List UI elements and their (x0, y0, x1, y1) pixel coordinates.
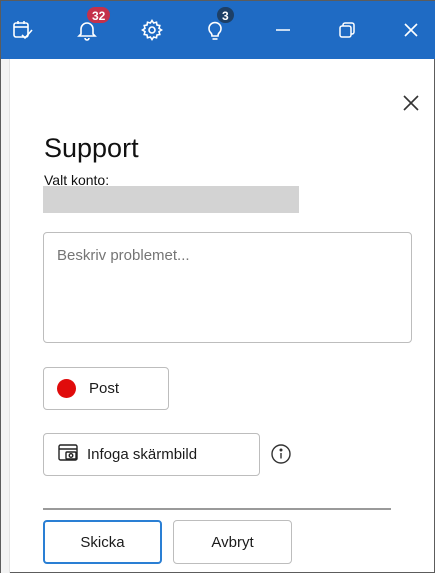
send-button-label: Skicka (80, 533, 125, 551)
settings-button[interactable] (134, 1, 170, 59)
window-close-button[interactable] (391, 1, 431, 59)
send-button[interactable]: Skicka (43, 520, 162, 564)
close-icon (402, 21, 420, 39)
selected-account-value (43, 186, 299, 213)
panel-close-button[interactable] (397, 91, 425, 119)
task-check-button[interactable] (5, 1, 41, 59)
app-window: 32 3 Support Valt konto: Beskriv problem… (0, 0, 435, 573)
info-icon (270, 444, 292, 469)
left-edge-panel (1, 59, 10, 573)
minimize-icon (274, 21, 292, 39)
status-dot-icon (57, 379, 76, 398)
info-button[interactable] (270, 443, 292, 465)
post-account-button[interactable]: Post (43, 367, 169, 410)
restore-button[interactable] (327, 1, 367, 59)
problem-description-field[interactable] (43, 232, 412, 343)
divider (43, 508, 391, 510)
close-icon (402, 94, 420, 117)
panel-title: Support (44, 133, 139, 163)
cancel-button-label: Avbryt (211, 533, 254, 551)
restore-icon (338, 21, 356, 39)
screenshot-icon (57, 442, 87, 468)
insert-screenshot-button[interactable]: Infoga skärmbild (43, 433, 260, 476)
insert-screenshot-label: Infoga skärmbild (87, 446, 198, 463)
cancel-button[interactable]: Avbryt (173, 520, 292, 564)
notifications-badge: 32 (86, 6, 112, 24)
tips-badge: 3 (216, 6, 235, 24)
task-check-icon (11, 18, 35, 42)
title-bar: 32 3 (1, 1, 435, 59)
gear-icon (140, 18, 164, 42)
post-account-label: Post (89, 380, 120, 397)
minimize-button[interactable] (263, 1, 303, 59)
